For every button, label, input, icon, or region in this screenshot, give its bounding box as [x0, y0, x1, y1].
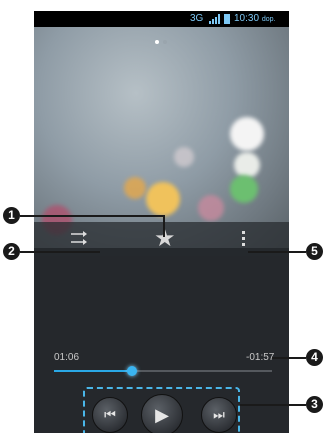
bokeh-light — [124, 177, 146, 199]
battery-icon — [224, 14, 230, 24]
page-dot-active — [155, 40, 159, 44]
callout-line — [163, 215, 165, 237]
page-indicator — [155, 31, 171, 49]
callout-line — [20, 215, 165, 217]
status-bar: 3G 10:30 dop. — [34, 11, 289, 27]
callout-badge-3: 3 — [306, 396, 323, 413]
progress-bar[interactable] — [54, 366, 272, 376]
progress-thumb[interactable] — [127, 366, 138, 376]
signal-icon — [209, 14, 220, 24]
bokeh-light — [230, 175, 258, 203]
callout-badge-5: 5 — [306, 243, 323, 260]
clock: 10:30 dop. — [234, 13, 275, 24]
previous-icon: ⏮ — [104, 407, 116, 422]
previous-button[interactable]: ⏮ — [92, 397, 128, 433]
menu-icon[interactable] — [242, 231, 245, 249]
bokeh-light — [198, 195, 224, 221]
network-indicator: 3G — [190, 13, 204, 24]
clock-time: 10:30 — [234, 13, 260, 24]
phone-screen: 3G 10:30 dop. ★ 01:06 -01:57 ⏮ ▶ ⏭ — [34, 11, 289, 433]
shuffle-icon[interactable] — [70, 230, 92, 246]
next-icon: ⏭ — [213, 407, 225, 422]
bokeh-light — [174, 147, 194, 167]
progress-fill — [54, 370, 133, 372]
callout-badge-2: 2 — [3, 243, 20, 260]
bokeh-light — [146, 182, 180, 216]
callout-badge-1: 1 — [3, 207, 20, 224]
play-icon: ▶ — [155, 405, 169, 425]
remaining-time: -01:57 — [246, 352, 275, 363]
page-dot — [163, 40, 167, 44]
callout-line — [272, 357, 306, 359]
callout-badge-4: 4 — [306, 349, 323, 366]
elapsed-time: 01:06 — [54, 352, 80, 363]
player-area: 01:06 -01:57 ⏮ ▶ ⏭ — [34, 256, 289, 433]
bokeh-light — [234, 152, 260, 178]
bokeh-light — [230, 117, 264, 151]
callout-line — [248, 251, 306, 253]
clock-suffix: dop. — [261, 16, 276, 23]
next-button[interactable]: ⏭ — [201, 397, 237, 433]
callout-line — [240, 404, 306, 406]
callout-line — [20, 251, 100, 253]
play-button[interactable]: ▶ — [141, 394, 183, 433]
